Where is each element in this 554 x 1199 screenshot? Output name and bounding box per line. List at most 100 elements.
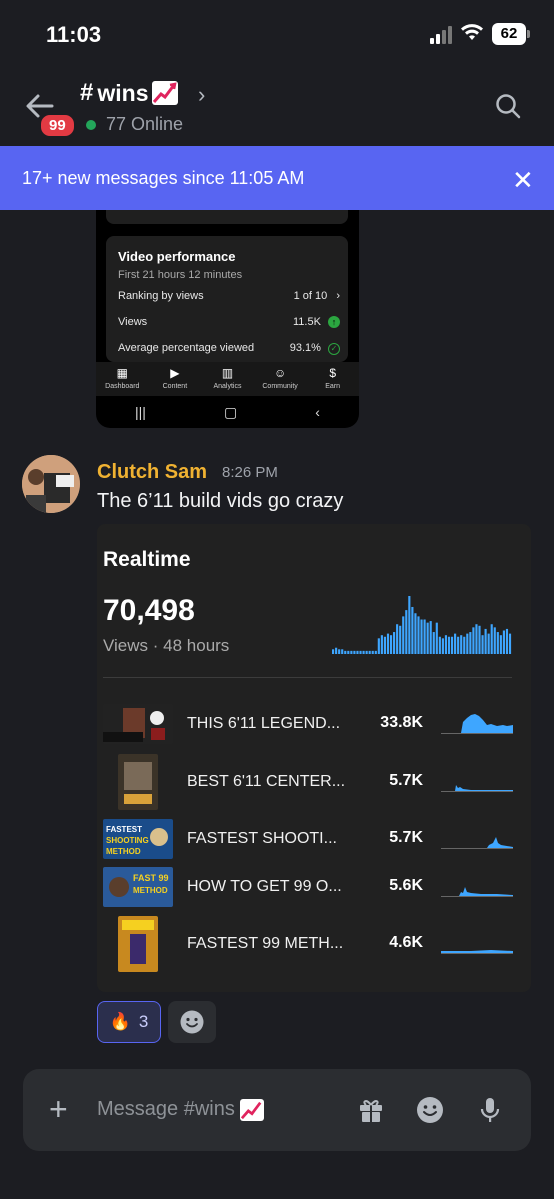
chart-bar (457, 636, 460, 654)
chart-increasing-emoji-icon (240, 1098, 265, 1121)
online-dot-icon (86, 119, 96, 130)
add-reaction-button[interactable] (168, 1001, 216, 1043)
chart-bar (466, 633, 469, 654)
chart-bar (365, 650, 368, 654)
chart-bar (417, 616, 420, 654)
chart-bar (344, 650, 347, 654)
video-performance-card: Video performance First 21 hours 12 minu… (106, 236, 348, 362)
chart-bar (499, 635, 502, 654)
chart-bar (399, 625, 402, 654)
content-icon: ▶ (170, 366, 180, 380)
video-views: 5.7K (389, 772, 423, 789)
message-placeholder: Message #wins (97, 1098, 235, 1120)
chart-bar (508, 633, 512, 654)
back-icon: ‹ (315, 404, 320, 420)
attached-image-realtime[interactable]: Realtime 70,498 Views · 48 hours THIS 6'… (97, 524, 531, 992)
fire-emoji-icon: 🔥 (109, 1012, 131, 1031)
home-icon: ▢ (223, 403, 238, 420)
realtime-bar-chart (332, 596, 512, 654)
row-value: 93.1% (289, 342, 321, 354)
chart-bar (414, 613, 417, 654)
recents-icon: ||| (135, 404, 146, 420)
video-thumbnail: FASTEST SHOOTING METHOD (103, 819, 173, 859)
svg-text:SHOOTING: SHOOTING (106, 836, 149, 845)
chevron-right-icon: › (336, 290, 340, 302)
realtime-subtitle: Views · 48 hours (103, 636, 230, 655)
row-value: 1 of 10 (293, 290, 328, 302)
chart-bar (444, 635, 448, 654)
realtime-views: 70,498 (103, 594, 195, 627)
chart-bar (356, 650, 359, 654)
channel-name: wins (97, 79, 149, 106)
avg-viewed-row: Average percentage viewed 93.1% ✓ (118, 342, 340, 355)
chart-bar (341, 649, 344, 654)
chart-bar (393, 632, 396, 654)
chart-bar (353, 650, 356, 654)
chart-bar (402, 616, 405, 654)
hashtag-icon: # (80, 79, 94, 106)
video-thumbnail (118, 916, 158, 972)
search-button[interactable] (494, 92, 522, 120)
avatar[interactable] (22, 455, 80, 513)
video-sparkline (441, 887, 513, 897)
chart-bar (426, 622, 429, 654)
video-views: 4.6K (389, 934, 423, 951)
nav-label: Analytics (213, 383, 242, 390)
video-row: FASTEST 99 METH... 4.6K (103, 916, 513, 972)
message-input[interactable]: Message #wins (97, 1098, 265, 1121)
community-icon: ☺ (273, 366, 287, 380)
video-views: 5.7K (389, 829, 423, 846)
chart-bar (347, 650, 350, 654)
emoji-picker-icon[interactable] (415, 1095, 445, 1125)
video-row: FAST 99 METHOD HOW TO GET 99 O... 5.6K (103, 867, 513, 911)
plus-icon[interactable]: + (49, 1091, 68, 1127)
chevron-right-icon[interactable]: › (198, 82, 205, 108)
close-icon[interactable]: ✕ (512, 165, 534, 196)
chart-bar (371, 650, 374, 654)
chart-bar (450, 636, 454, 654)
check-circle-icon: ✓ (328, 343, 340, 355)
screenshot-top-card (106, 210, 348, 224)
nav-label: Dashboard (105, 383, 140, 390)
message-timestamp: 8:26 PM (222, 464, 278, 481)
nav-community: ☺ Community (255, 362, 305, 396)
chart-bar (432, 632, 435, 654)
new-messages-banner[interactable]: 17+ new messages since 11:05 AM ✕ (0, 146, 554, 210)
arrow-up-circle-icon: ↑ (328, 316, 340, 328)
video-title: FASTEST 99 METH... (187, 935, 344, 952)
gift-icon[interactable] (356, 1095, 386, 1125)
row-label: Average percentage viewed (118, 342, 255, 354)
card-title: Video performance (118, 249, 236, 264)
dollar-icon: $ (329, 366, 337, 380)
video-title: THIS 6'11 LEGEND... (187, 715, 341, 732)
chart-bar (405, 610, 408, 654)
attached-image[interactable]: Video performance First 21 hours 12 minu… (96, 210, 359, 428)
chart-bar (389, 635, 393, 654)
video-row: FASTEST SHOOTING METHOD FASTEST SHOOTI... … (103, 819, 513, 863)
channel-title[interactable]: # wins (80, 79, 179, 107)
chart-bar (478, 625, 481, 654)
reaction-count: 3 (138, 1012, 149, 1031)
views-row: Views 11.5K ↑ (118, 316, 340, 328)
row-label: Ranking by views (118, 290, 204, 302)
chart-bar (447, 636, 451, 654)
chart-bar (490, 624, 493, 654)
chart-bar (493, 627, 496, 654)
chart-bar (469, 632, 472, 654)
microphone-icon[interactable] (475, 1095, 505, 1125)
message-text: The 6’11 build vids go crazy (97, 490, 344, 512)
video-thumbnail (118, 754, 158, 810)
chart-bar (454, 633, 457, 654)
message-author[interactable]: Clutch Sam (97, 461, 207, 484)
android-nav-bar: ||| ▢ ‹ (96, 396, 359, 428)
video-sparkline (441, 785, 513, 792)
chart-bar (481, 635, 484, 654)
chart-bar (338, 649, 341, 654)
chart-bar (484, 628, 487, 654)
video-thumbnail (103, 704, 173, 744)
svg-text:FAST 99: FAST 99 (133, 873, 169, 883)
chart-bar (335, 647, 338, 654)
row-label: Views (118, 316, 148, 328)
svg-text:METHOD: METHOD (133, 886, 168, 895)
reaction-fire[interactable]: 🔥 3 (97, 1001, 161, 1043)
